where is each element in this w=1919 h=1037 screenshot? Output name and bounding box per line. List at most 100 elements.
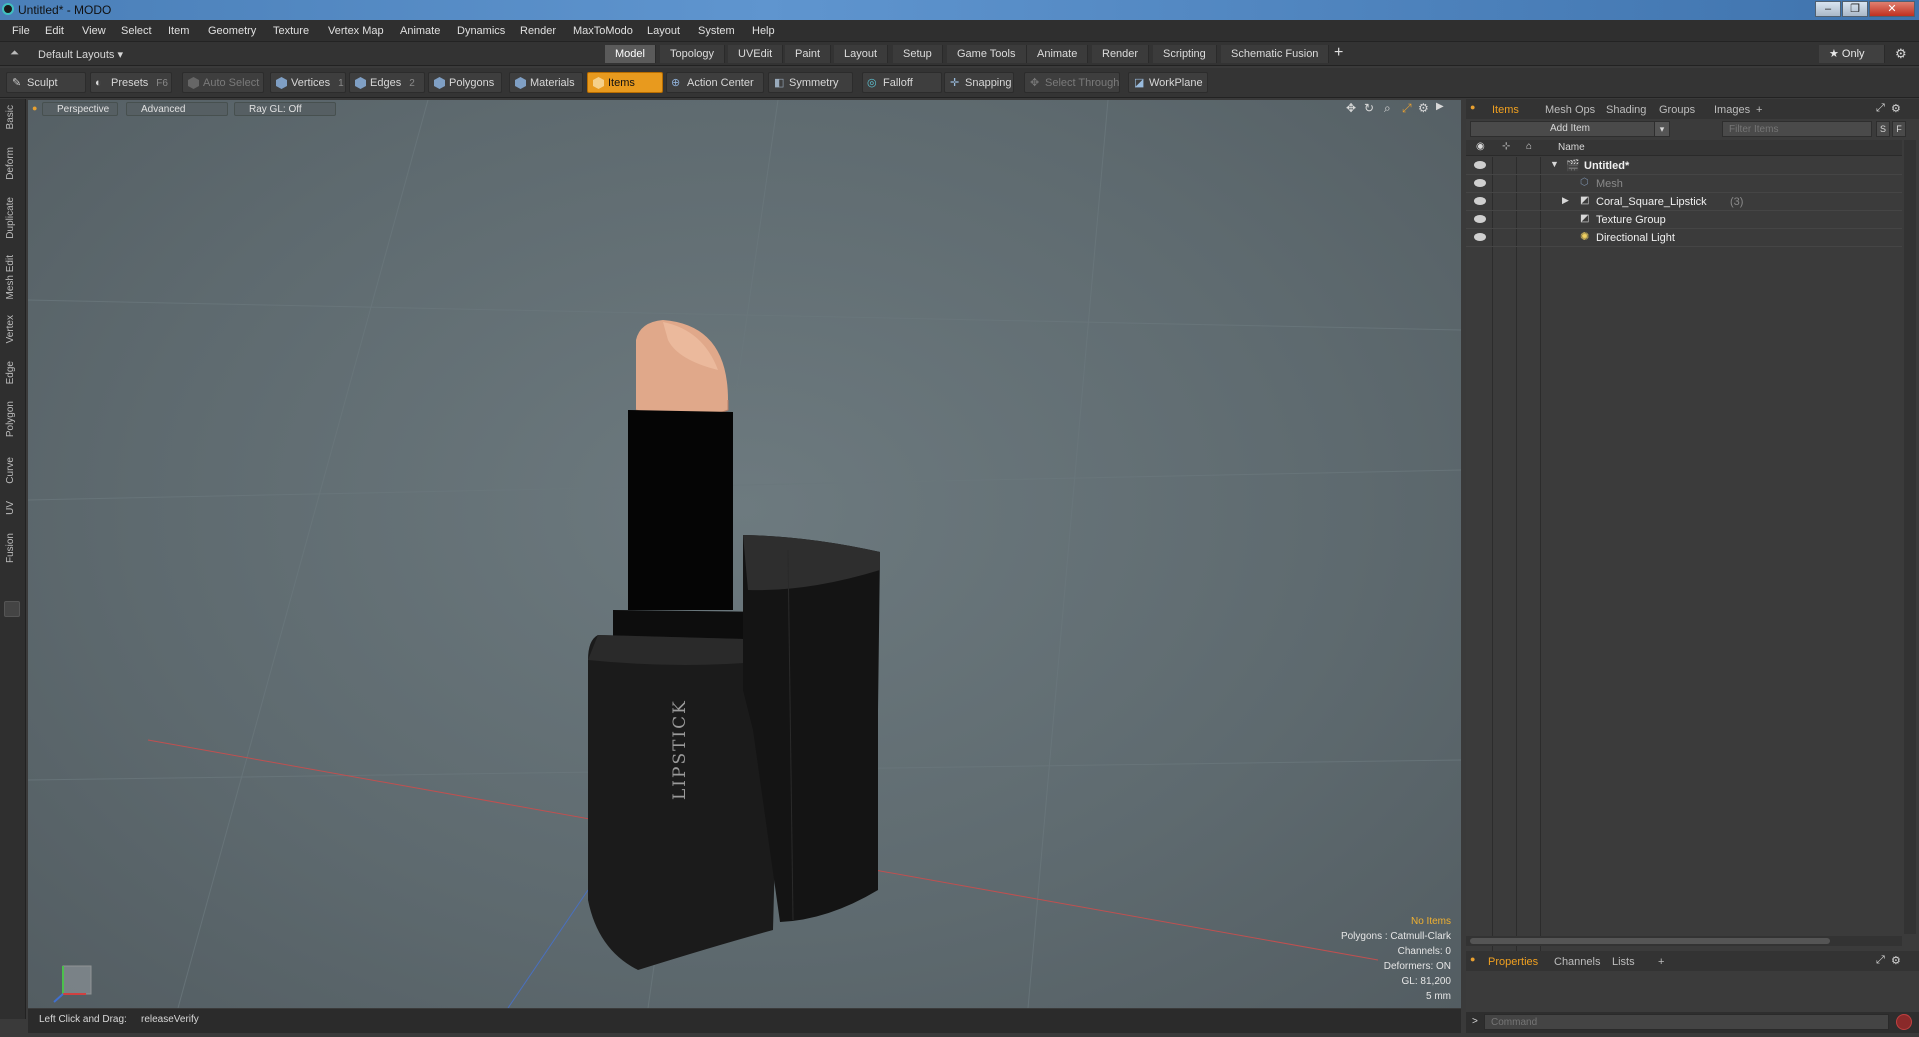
- tab-properties[interactable]: Properties: [1482, 954, 1544, 970]
- tree-row-lipstick[interactable]: ▶ ◩ Coral_Square_Lipstick (3): [1466, 193, 1902, 211]
- edges-button[interactable]: Edges 2: [349, 72, 425, 93]
- tab-lists[interactable]: Lists: [1606, 954, 1641, 970]
- expand-arrow-icon[interactable]: ▶: [1562, 195, 1569, 206]
- tab-images[interactable]: Images: [1708, 102, 1756, 118]
- auto-select-button[interactable]: Auto Select: [182, 72, 264, 93]
- tab-render[interactable]: Render: [1092, 45, 1150, 63]
- sculpt-button[interactable]: ✎ Sculpt: [6, 72, 86, 93]
- viewport-arrow-icon[interactable]: ▶: [1436, 101, 1444, 112]
- only-toggle[interactable]: ★ Only: [1819, 45, 1885, 63]
- menu-vertex-map[interactable]: Vertex Map: [328, 25, 384, 37]
- menu-animate[interactable]: Animate: [400, 25, 440, 37]
- scrollbar-thumb[interactable]: [1470, 938, 1830, 944]
- tab-mesh-edit[interactable]: Mesh Edit: [5, 255, 19, 299]
- zoom-icon[interactable]: ⌕: [1384, 101, 1391, 116]
- expand-toolbox-button[interactable]: [4, 601, 20, 617]
- maximize-viewport-icon[interactable]: ⤢: [1402, 101, 1412, 116]
- menu-geometry[interactable]: Geometry: [208, 25, 256, 37]
- collapse-arrow-icon[interactable]: ⏶: [10, 47, 19, 60]
- menu-select[interactable]: Select: [121, 25, 152, 37]
- tab-layout[interactable]: Layout: [834, 45, 889, 63]
- record-icon[interactable]: [1896, 1014, 1912, 1030]
- tab-vertex[interactable]: Vertex: [5, 315, 19, 343]
- add-tab-button[interactable]: +: [1334, 44, 1343, 62]
- visibility-eye-icon[interactable]: [1474, 233, 1486, 241]
- menu-system[interactable]: System: [698, 25, 735, 37]
- tab-channels[interactable]: Channels: [1548, 954, 1606, 970]
- minimize-button[interactable]: –: [1815, 1, 1841, 17]
- panel-menu-dot[interactable]: ●: [1470, 102, 1475, 112]
- tab-items[interactable]: Items: [1486, 102, 1525, 118]
- add-properties-tab[interactable]: +: [1652, 954, 1670, 970]
- action-center-button[interactable]: ⊕ Action Center: [666, 72, 764, 93]
- tab-groups[interactable]: Groups: [1653, 102, 1701, 118]
- collapse-arrow-icon[interactable]: ▼: [1550, 159, 1559, 169]
- items-button[interactable]: Items: [587, 72, 663, 93]
- polygons-button[interactable]: Polygons: [428, 72, 502, 93]
- tab-setup[interactable]: Setup: [893, 45, 943, 63]
- tab-mesh-ops[interactable]: Mesh Ops: [1539, 102, 1601, 118]
- 3d-viewport[interactable]: LIPSTICK ● Perspective Advanced Ray GL: …: [28, 100, 1461, 1008]
- workplane-button[interactable]: ◪ WorkPlane: [1128, 72, 1208, 93]
- visibility-eye-icon[interactable]: [1474, 179, 1486, 187]
- raygl-button[interactable]: Ray GL: Off: [234, 102, 336, 116]
- menu-file[interactable]: File: [12, 25, 30, 37]
- expand-properties-icon[interactable]: ⤢: [1876, 954, 1885, 967]
- horizontal-scrollbar[interactable]: [1466, 936, 1902, 946]
- command-input[interactable]: [1484, 1014, 1889, 1030]
- presets-button[interactable]: ◐ Presets F6: [90, 72, 172, 93]
- tab-scripting[interactable]: Scripting: [1153, 45, 1217, 63]
- menu-render[interactable]: Render: [520, 25, 556, 37]
- properties-gear-icon[interactable]: ⚙: [1891, 954, 1901, 967]
- tab-curve[interactable]: Curve: [5, 457, 19, 484]
- pan-icon[interactable]: ✥: [1346, 101, 1356, 115]
- perspective-button[interactable]: Perspective: [42, 102, 118, 116]
- tab-model[interactable]: Model: [605, 45, 656, 63]
- menu-view[interactable]: View: [82, 25, 106, 37]
- tab-schematic-fusion[interactable]: Schematic Fusion: [1221, 45, 1330, 63]
- snapping-button[interactable]: ✛ Snapping: [944, 72, 1014, 93]
- vertices-button[interactable]: Vertices 1: [270, 72, 346, 93]
- visibility-eye-icon[interactable]: [1474, 161, 1486, 169]
- menu-layout[interactable]: Layout: [647, 25, 680, 37]
- menu-maxtomodo[interactable]: MaxToModo: [573, 25, 633, 37]
- menu-item[interactable]: Item: [168, 25, 189, 37]
- add-item-button[interactable]: Add Item: [1470, 121, 1670, 137]
- vertical-scrollbar[interactable]: [1904, 140, 1916, 934]
- panel-gear-icon[interactable]: ⚙: [1891, 102, 1901, 115]
- tab-basic[interactable]: Basic: [5, 105, 19, 129]
- tab-uvedit[interactable]: UVEdit: [728, 45, 784, 63]
- tree-row-scene[interactable]: ▼ 🎬 Untitled*: [1466, 157, 1902, 175]
- tab-deform[interactable]: Deform: [5, 147, 19, 180]
- add-item-dropdown-icon[interactable]: ▾: [1654, 121, 1670, 137]
- symmetry-button[interactable]: ◧ Symmetry: [768, 72, 853, 93]
- menu-dynamics[interactable]: Dynamics: [457, 25, 505, 37]
- expand-panel-icon[interactable]: ⤢: [1876, 102, 1885, 115]
- tab-animate[interactable]: Animate: [1027, 45, 1089, 63]
- maximize-button[interactable]: ❐: [1842, 1, 1868, 17]
- rotate-icon[interactable]: ↻: [1364, 101, 1374, 115]
- s-button[interactable]: S: [1876, 121, 1890, 137]
- menu-help[interactable]: Help: [752, 25, 775, 37]
- filter-items-input[interactable]: [1722, 121, 1872, 137]
- default-layouts-dropdown[interactable]: Default Layouts ▾: [38, 48, 123, 61]
- falloff-button[interactable]: ◎ Falloff: [862, 72, 942, 93]
- tab-paint[interactable]: Paint: [785, 45, 832, 63]
- visibility-eye-icon[interactable]: [1474, 215, 1486, 223]
- advanced-button[interactable]: Advanced: [126, 102, 228, 116]
- tab-uv[interactable]: UV: [5, 501, 19, 515]
- close-button[interactable]: ✕: [1869, 1, 1915, 17]
- visibility-eye-icon[interactable]: [1474, 197, 1486, 205]
- tab-fusion[interactable]: Fusion: [5, 533, 19, 563]
- menu-edit[interactable]: Edit: [45, 25, 64, 37]
- f-button[interactable]: F: [1892, 121, 1906, 137]
- properties-menu-dot[interactable]: ●: [1470, 954, 1475, 964]
- tab-topology[interactable]: Topology: [660, 45, 726, 63]
- viewport-menu-dot[interactable]: ●: [32, 103, 37, 113]
- tree-row-directional-light[interactable]: ✺ Directional Light: [1466, 229, 1902, 247]
- tab-game-tools[interactable]: Game Tools: [947, 45, 1027, 63]
- select-through-button[interactable]: ✥ Select Through: [1024, 72, 1120, 93]
- materials-button[interactable]: Materials: [509, 72, 583, 93]
- tab-duplicate[interactable]: Duplicate: [5, 197, 19, 239]
- tab-polygon[interactable]: Polygon: [5, 401, 19, 437]
